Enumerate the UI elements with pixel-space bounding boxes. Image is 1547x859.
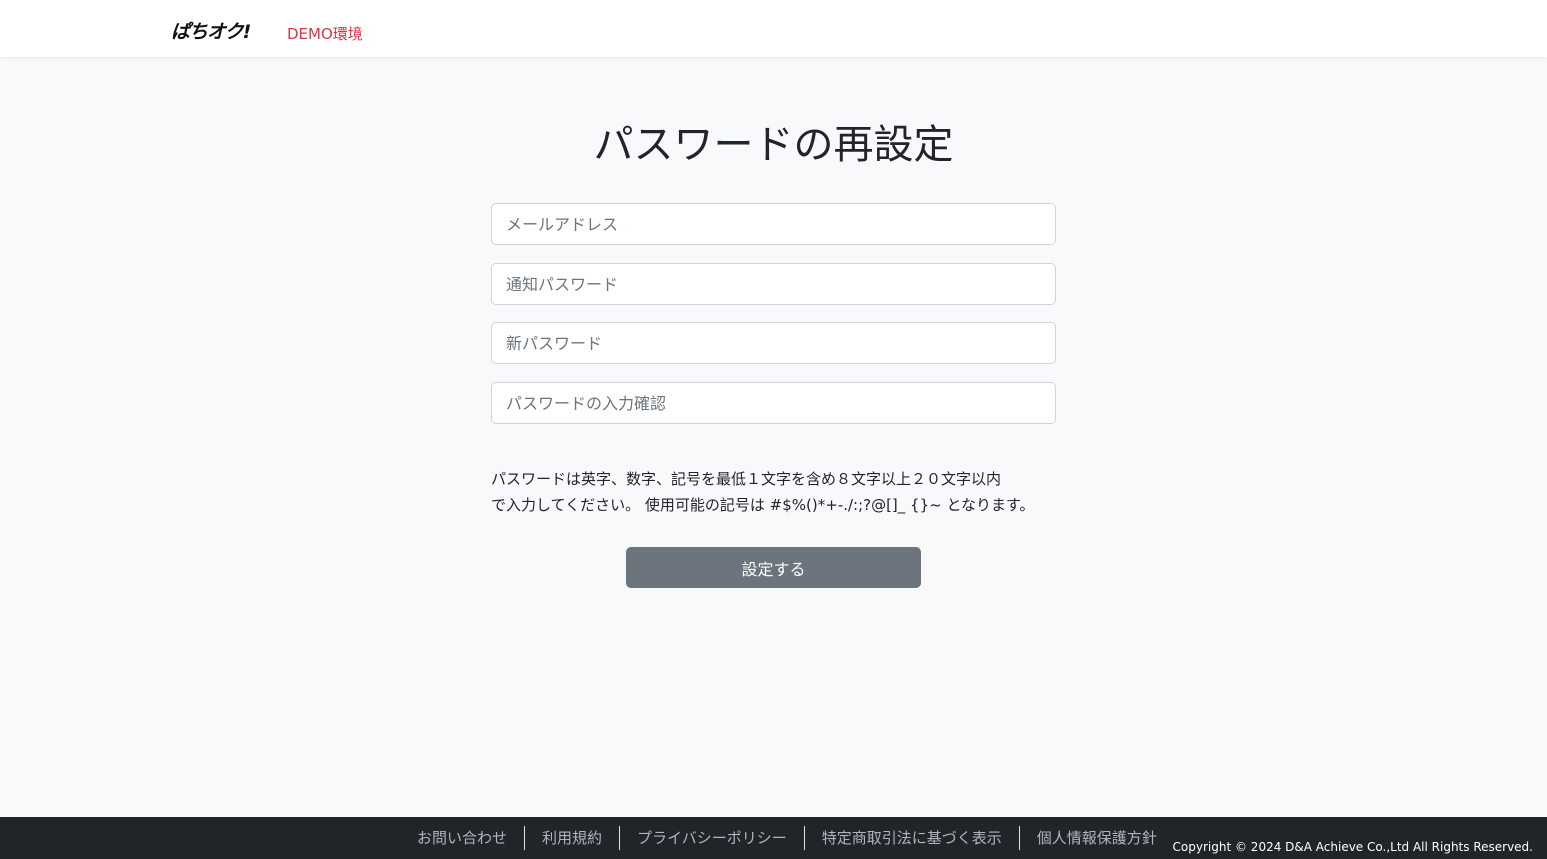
email-input[interactable] <box>491 203 1056 245</box>
copyright-text: Copyright © 2024 D&A Achieve Co.,Ltd All… <box>1172 840 1533 854</box>
footer-link-personal-info[interactable]: 個人情報保護方針 <box>1018 826 1174 850</box>
footer-link-commercial-law[interactable]: 特定商取引法に基づく表示 <box>803 826 1019 850</box>
site-logo[interactable]: ぱちオク! <box>171 17 251 44</box>
page-title: パスワードの再設定 <box>593 122 954 168</box>
confirm-password-input[interactable] <box>491 382 1056 424</box>
submit-button[interactable]: 設定する <box>626 547 921 588</box>
requirements-line-1: パスワードは英字、数字、記号を最低１文字を含め８文字以上２０文字以内 <box>491 470 1002 488</box>
password-requirements-text: パスワードは英字、数字、記号を最低１文字を含め８文字以上２０文字以内 で入力して… <box>491 466 1056 518</box>
footer-link-privacy[interactable]: プライバシーポリシー <box>619 826 804 850</box>
footer-link-terms[interactable]: 利用規約 <box>524 826 619 850</box>
new-password-input[interactable] <box>491 322 1056 364</box>
site-header: ぱちオク! DEMO環境 <box>0 0 1547 57</box>
environment-label: DEMO環境 <box>287 25 363 43</box>
footer-link-contact[interactable]: お問い合わせ <box>400 826 524 850</box>
footer-links: お問い合わせ 利用規約 プライバシーポリシー 特定商取引法に基づく表示 個人情報… <box>400 825 1174 851</box>
requirements-line-2: で入力してください。 使用可能の記号は #$%()*+-./:;?@[]_ {}… <box>491 496 1035 514</box>
notice-password-input[interactable] <box>491 263 1056 305</box>
site-footer: お問い合わせ 利用規約 プライバシーポリシー 特定商取引法に基づく表示 個人情報… <box>0 817 1547 859</box>
